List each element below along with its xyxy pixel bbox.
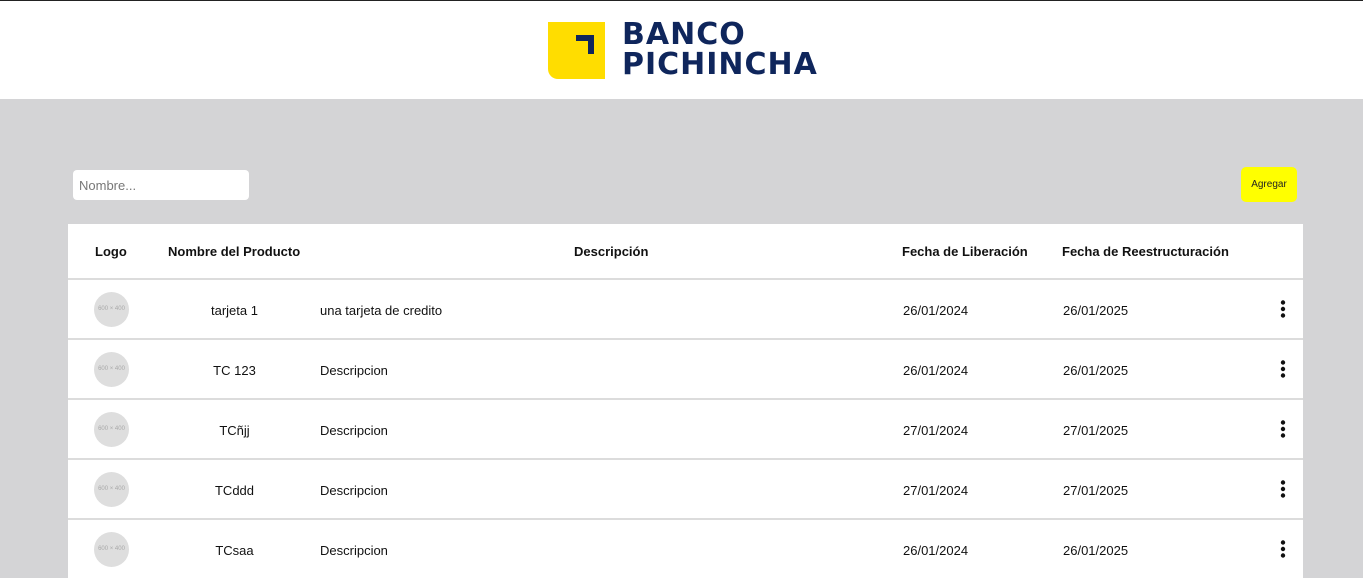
product-name: TCñjj — [219, 423, 250, 438]
table-row: 600 × 400 TCddd Descripcion 27/01/2024 2… — [68, 460, 1303, 520]
app-header: BANCO PICHINCHA — [0, 0, 1363, 99]
bank-name-line2: PICHINCHA — [622, 47, 818, 82]
bank-logo-mark-icon — [548, 21, 605, 79]
product-description: Descripcion — [320, 483, 388, 498]
product-restructure-date: 27/01/2025 — [1063, 423, 1129, 438]
header-description: Descripción — [574, 244, 649, 259]
product-release-date: 26/01/2024 — [903, 303, 969, 318]
products-table: Logo Nombre del Producto Descripción Fec… — [68, 224, 1303, 578]
kebab-menu-icon[interactable] — [1277, 300, 1289, 318]
add-product-button[interactable]: Agregar — [1241, 167, 1297, 202]
header-logo: Logo — [95, 244, 127, 259]
product-description: una tarjeta de credito — [320, 303, 443, 318]
product-logo-placeholder: 600 × 400 — [94, 292, 129, 327]
product-name: tarjeta 1 — [211, 303, 258, 318]
product-restructure-date: 26/01/2025 — [1063, 363, 1129, 378]
product-description: Descripcion — [320, 543, 388, 558]
product-restructure-date: 27/01/2025 — [1063, 483, 1129, 498]
product-release-date: 27/01/2024 — [903, 483, 969, 498]
table-header: Logo Nombre del Producto Descripción Fec… — [68, 224, 1303, 280]
search-input[interactable] — [73, 170, 249, 200]
kebab-menu-icon[interactable] — [1277, 420, 1289, 438]
product-name: TCddd — [214, 483, 255, 498]
product-release-date: 26/01/2024 — [903, 543, 969, 558]
product-logo-placeholder: 600 × 400 — [94, 472, 129, 507]
bank-name: BANCO PICHINCHA — [622, 20, 818, 80]
product-description: Descripcion — [320, 363, 388, 378]
product-restructure-date: 26/01/2025 — [1063, 303, 1129, 318]
product-restructure-date: 26/01/2025 — [1063, 543, 1129, 558]
header-restructure-date: Fecha de Reestructuración — [1062, 244, 1229, 259]
table-row: 600 × 400 TCsaa Descripcion 26/01/2024 2… — [68, 520, 1303, 578]
kebab-menu-icon[interactable] — [1277, 540, 1289, 558]
product-logo-placeholder: 600 × 400 — [94, 532, 129, 567]
product-release-date: 26/01/2024 — [903, 363, 969, 378]
table-row: 600 × 400 TC 123 Descripcion 26/01/2024 … — [68, 340, 1303, 400]
table-row: 600 × 400 tarjeta 1 una tarjeta de credi… — [68, 280, 1303, 340]
bank-name-line1: BANCO — [622, 17, 746, 52]
product-logo-placeholder: 600 × 400 — [94, 412, 129, 447]
kebab-menu-icon[interactable] — [1277, 360, 1289, 378]
product-description: Descripcion — [320, 423, 388, 438]
table-row: 600 × 400 TCñjj Descripcion 27/01/2024 2… — [68, 400, 1303, 460]
kebab-menu-icon[interactable] — [1277, 480, 1289, 498]
product-name: TC 123 — [213, 363, 256, 378]
product-name: TCsaa — [215, 543, 254, 558]
header-release-date: Fecha de Liberación — [902, 244, 1028, 259]
header-product-name: Nombre del Producto — [168, 244, 301, 259]
bank-logo: BANCO PICHINCHA — [548, 20, 818, 80]
product-logo-placeholder: 600 × 400 — [94, 352, 129, 387]
product-release-date: 27/01/2024 — [903, 423, 969, 438]
